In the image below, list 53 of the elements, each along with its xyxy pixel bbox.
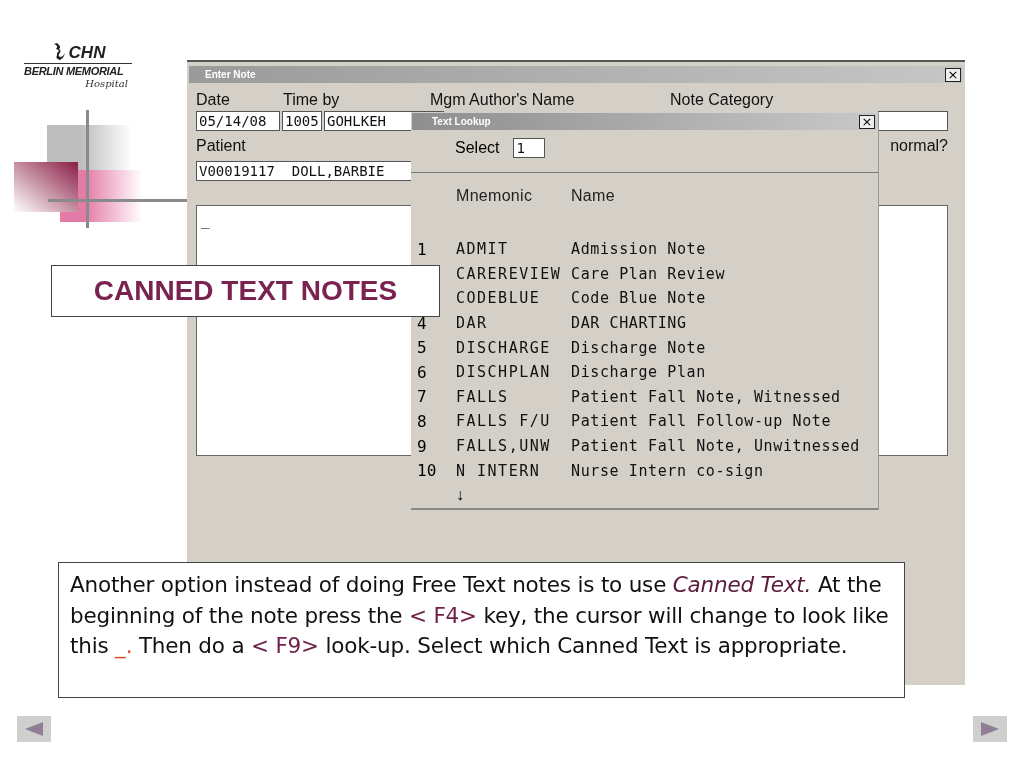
name-cell[interactable]: Code Blue Note	[571, 289, 706, 308]
slide-heading: CANNED TEXT NOTES	[51, 265, 440, 317]
mnemonic-cell[interactable]: FALLS F/U	[456, 412, 571, 431]
date-field[interactable]: 05/14/08	[196, 111, 280, 131]
previous-slide-button[interactable]	[17, 716, 51, 742]
row-number: 9	[417, 436, 427, 456]
mnemonic-cell[interactable]: DISCHARGE	[456, 338, 571, 357]
mnemonic-cell[interactable]: N INTERN	[456, 461, 571, 480]
mnemonic-cell[interactable]: CODEBLUE	[456, 289, 571, 308]
mnemonic-cell[interactable]: DISCHPLAN	[456, 363, 571, 382]
close-button[interactable]: ×	[945, 67, 961, 82]
column-header: Name	[571, 187, 615, 206]
category-field[interactable]	[878, 111, 948, 131]
select-label: Select	[455, 139, 500, 157]
name-cell[interactable]: Discharge Note	[571, 338, 706, 357]
name-cell[interactable]: Patient Fall Note, Unwitnessed	[571, 437, 860, 456]
left-triangle-icon	[25, 722, 43, 736]
mnemonic-cell[interactable]: FALLS,UNW	[456, 437, 571, 456]
right-triangle-icon	[981, 722, 999, 736]
logo-subtitle: Hospital	[85, 78, 128, 89]
row-number: 6	[417, 362, 427, 382]
window-title: Enter Note	[205, 69, 256, 80]
field-label: Date	[196, 91, 231, 109]
field-label: Mgm Author's Name	[430, 91, 576, 109]
field-label: Patient	[196, 137, 246, 155]
more-arrow: ↓	[456, 486, 464, 505]
name-cell[interactable]: Admission Note	[571, 240, 706, 259]
mnemonic-cell[interactable]: CAREREVIEW	[456, 264, 571, 283]
field-label: normal?	[890, 137, 948, 155]
mnemonic-cell[interactable]: FALLS	[456, 387, 571, 406]
row-number: 10	[417, 461, 437, 481]
time-field[interactable]: 1005	[282, 111, 322, 131]
explanation-text: Another option instead of doing Free Text notes is to use Canned Text. At the beginning of the note press the < F4> key, the cursor will change to look like this _. Then do a < F9> look-up. Select which Canned Text is appropriate.	[58, 562, 905, 698]
field-label: Time by	[283, 91, 341, 109]
name-cell[interactable]: Nurse Intern co-sign	[571, 461, 764, 480]
name-cell[interactable]: Care Plan Review	[571, 264, 726, 283]
row-number: 8	[417, 411, 427, 431]
name-cell[interactable]: DAR CHARTING	[571, 314, 687, 333]
name-cell[interactable]: Patient Fall Follow-up Note	[571, 412, 832, 431]
mnemonic-cell[interactable]: DAR	[456, 314, 571, 333]
row-number: 1	[417, 239, 427, 259]
logo-name: BERLIN MEMORIAL	[24, 64, 124, 78]
row-number: 7	[417, 387, 427, 407]
name-cell[interactable]: Discharge Plan	[571, 363, 706, 382]
name-cell[interactable]: Patient Fall Note, Witnessed	[571, 387, 841, 406]
row-number: 5	[417, 338, 427, 358]
next-slide-button[interactable]	[973, 716, 1007, 742]
mnemonic-cell[interactable]: ADMIT	[456, 240, 571, 259]
select-field[interactable]: 1	[513, 138, 546, 158]
column-header: Mnemonic	[456, 187, 534, 206]
field-label: Note Category	[670, 91, 774, 109]
close-button[interactable]: ×	[859, 114, 875, 129]
logo-brand: CHN	[68, 44, 106, 62]
